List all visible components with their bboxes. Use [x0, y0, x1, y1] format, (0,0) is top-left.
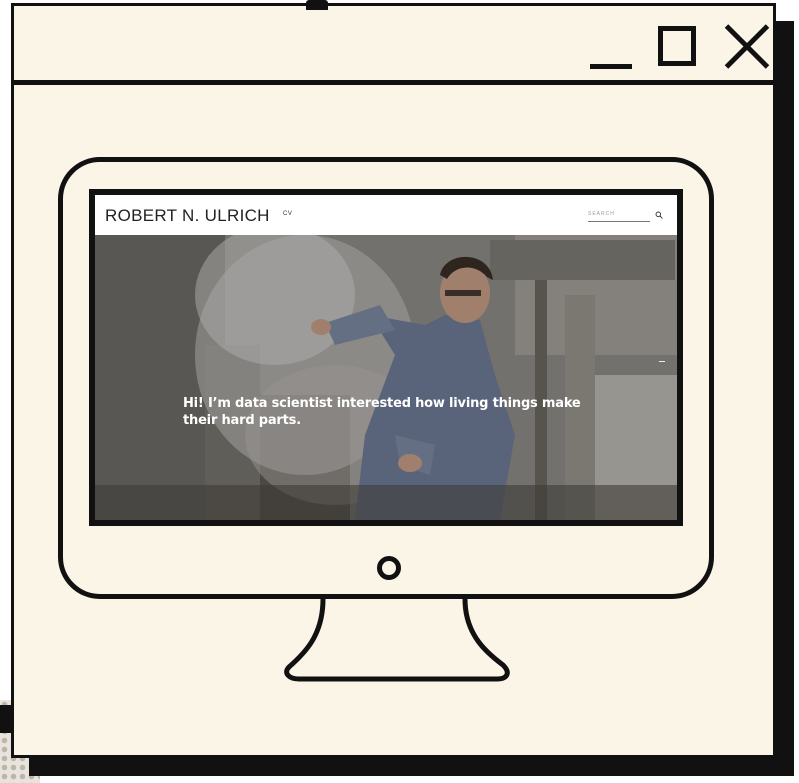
- nav-link-cv[interactable]: CV: [283, 211, 292, 217]
- site-header: ROBERT N. ULRICH CV SEARCH: [95, 195, 677, 235]
- hero-image: Hi! I’m data scientist interested how li…: [95, 235, 677, 520]
- search-input[interactable]: SEARCH: [588, 210, 650, 222]
- hero-headline: Hi! I’m data scientist interested how li…: [183, 396, 581, 428]
- site-title[interactable]: ROBERT N. ULRICH: [105, 206, 270, 226]
- maximize-icon[interactable]: [658, 26, 696, 66]
- minimize-icon[interactable]: [590, 64, 632, 69]
- monitor-stand: [284, 598, 510, 682]
- menu-indicator: [659, 361, 665, 362]
- window-titlebar: [14, 6, 773, 85]
- hero-overlay: [95, 235, 677, 520]
- monitor-screen: ROBERT N. ULRICH CV SEARCH Hi! I’m data …: [89, 189, 683, 526]
- website: ROBERT N. ULRICH CV SEARCH Hi! I’m data …: [95, 195, 677, 520]
- close-icon[interactable]: [722, 22, 772, 72]
- power-button-icon: [377, 556, 401, 580]
- search-icon[interactable]: [655, 211, 663, 219]
